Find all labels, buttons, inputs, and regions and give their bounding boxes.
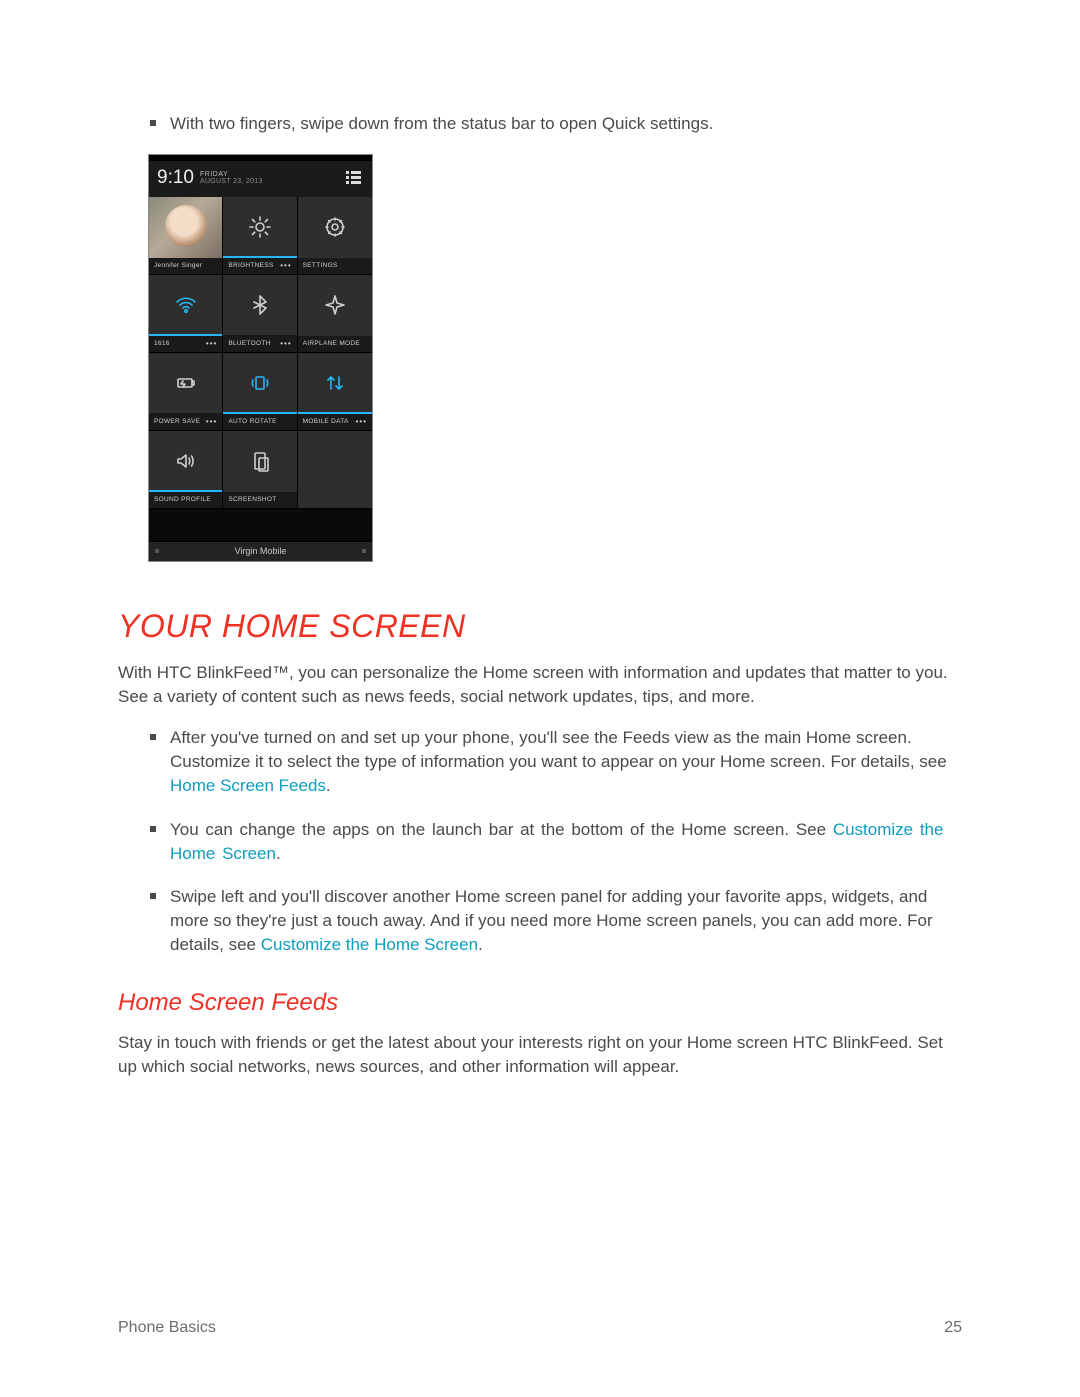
phone-time: 9:10	[157, 167, 194, 189]
phone-header: 9:10 FRIDAY AUGUST 23, 2013	[149, 161, 372, 197]
powersave-icon	[174, 353, 198, 413]
intro-bullet: With two fingers, swipe down from the st…	[150, 112, 962, 136]
section1-paragraph: With HTC BlinkFeed™, you can personalize…	[118, 661, 962, 709]
bullet3-text-post: .	[478, 935, 483, 954]
phone-date: AUGUST 23, 2013	[200, 178, 263, 185]
avatar	[165, 205, 207, 247]
bullet1-text-post: .	[326, 776, 331, 795]
airplane-icon	[323, 275, 347, 336]
wifi-icon	[174, 275, 198, 335]
qs-tile-mobiledata[interactable]: MOBILE DATA •••	[298, 353, 372, 431]
qs-empty-row	[149, 509, 372, 541]
bluetooth-icon	[248, 275, 272, 335]
qs-tile-label: MOBILE DATA	[303, 418, 349, 425]
qs-tile-brightness[interactable]: BRIGHTNESS •••	[223, 197, 297, 275]
qs-tile-label: AIRPLANE MODE	[303, 340, 360, 347]
qs-tile-airplane[interactable]: AIRPLANE MODE	[298, 275, 372, 353]
section1-bullet-1: After you've turned on and set up your p…	[150, 726, 962, 797]
qs-tile-sound[interactable]: SOUND PROFILE	[149, 431, 223, 509]
qs-tile-bluetooth[interactable]: BLUETOOTH •••	[223, 275, 297, 353]
section-title-home-screen: YOUR HOME SCREEN	[118, 608, 962, 645]
qs-tile-label: SCREENSHOT	[228, 496, 276, 503]
intro-bullet-text: With two fingers, swipe down from the st…	[170, 112, 713, 136]
qs-tile-label: Jennifer Singer	[154, 262, 202, 269]
section1-bullet-2: You can change the apps on the launch ba…	[150, 818, 962, 866]
more-dots-icon[interactable]: •••	[280, 261, 291, 270]
qs-tile-rotate[interactable]: AUTO ROTATE	[223, 353, 297, 431]
more-dots-icon[interactable]: •••	[206, 417, 217, 426]
bullet-marker	[150, 120, 156, 126]
section-title-home-screen-feeds: Home Screen Feeds	[118, 989, 962, 1017]
bullet-marker	[150, 734, 156, 740]
settings-icon	[323, 197, 347, 258]
bullet2-text-pre: You can change the apps on the launch ba…	[170, 820, 833, 839]
qs-tile-label: AUTO ROTATE	[228, 418, 276, 425]
more-dots-icon[interactable]: •••	[206, 339, 217, 348]
carrier-row: Virgin Mobile	[149, 541, 372, 561]
qs-tile-empty	[298, 431, 372, 509]
quick-settings-screenshot: 9:10 FRIDAY AUGUST 23, 2013 Jennifer Sin…	[148, 154, 962, 562]
phone-day: FRIDAY	[200, 171, 263, 178]
screenshot-icon	[248, 431, 272, 492]
carrier-label: Virgin Mobile	[235, 546, 287, 556]
page-footer: Phone Basics 25	[118, 1319, 962, 1337]
qs-tile-label: 1616	[154, 340, 170, 347]
brightness-icon	[248, 197, 272, 257]
qs-tile-label: POWER SAVE	[154, 418, 200, 425]
section1-bullet-3: Swipe left and you'll discover another H…	[150, 885, 962, 956]
bullet2-text-post: .	[276, 844, 281, 863]
bullet1-text-pre: After you've turned on and set up your p…	[170, 728, 947, 771]
qs-tile-powersave[interactable]: POWER SAVE •••	[149, 353, 223, 431]
footer-section: Phone Basics	[118, 1319, 216, 1337]
mobiledata-icon	[323, 353, 347, 413]
more-dots-icon[interactable]: •••	[356, 417, 367, 426]
qs-tile-wifi[interactable]: 1616 •••	[149, 275, 223, 353]
qs-tile-screenshot[interactable]: SCREENSHOT	[223, 431, 297, 509]
sound-icon	[174, 431, 198, 492]
link-home-screen-feeds[interactable]: Home Screen Feeds	[170, 776, 326, 795]
footer-page-number: 25	[944, 1319, 962, 1337]
link-customize-home-screen-2[interactable]: Customize the Home Screen	[261, 935, 478, 954]
qs-tile-profile[interactable]: Jennifer Singer	[149, 197, 223, 275]
bullet-marker	[150, 893, 156, 899]
qs-tile-label: BRIGHTNESS	[228, 262, 273, 269]
qs-tile-label: SETTINGS	[303, 262, 338, 269]
list-icon[interactable]	[346, 171, 362, 186]
section2-paragraph: Stay in touch with friends or get the la…	[118, 1031, 962, 1079]
rotate-icon	[248, 353, 272, 414]
qs-tile-label: SOUND PROFILE	[154, 496, 211, 503]
qs-tile-settings[interactable]: SETTINGS	[298, 197, 372, 275]
more-dots-icon[interactable]: •••	[280, 339, 291, 348]
qs-tile-label: BLUETOOTH	[228, 340, 270, 347]
bullet-marker	[150, 826, 156, 832]
